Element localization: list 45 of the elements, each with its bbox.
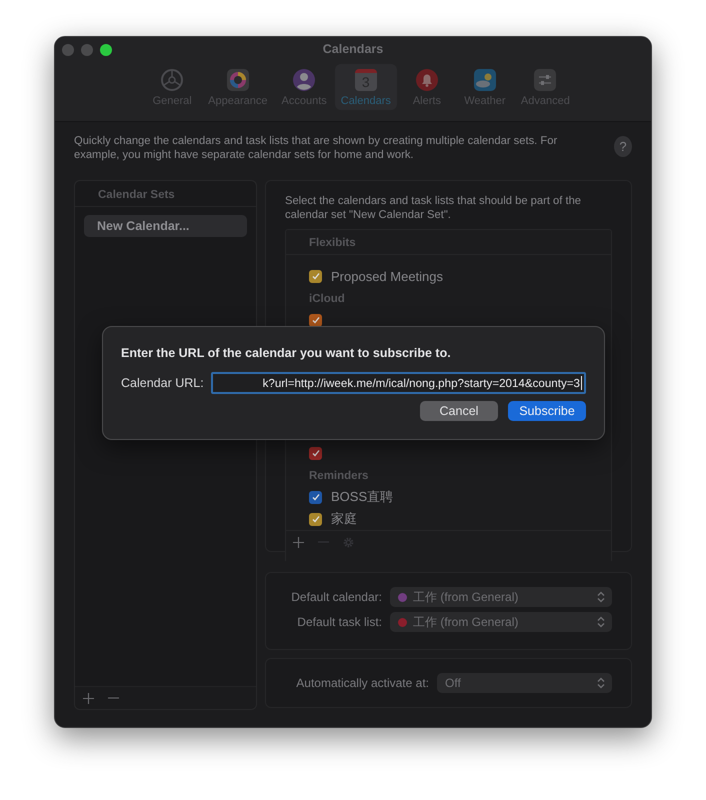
field-label: Default task list: — [297, 615, 382, 629]
field-label: Calendar URL: — [121, 376, 204, 390]
checkbox[interactable] — [309, 270, 322, 282]
dialog-message: Enter the URL of the calendar you want to subscribe to. — [121, 346, 452, 360]
chevron-icon — [597, 591, 605, 603]
checkmark-icon — [310, 492, 320, 502]
calendar-name: BOSS直聘 — [331, 488, 394, 506]
calendar-popup[interactable]: 工作 (from General) — [390, 612, 612, 632]
calendar-set-item[interactable]: New Calendar... — [84, 215, 247, 237]
chevron-icon — [597, 677, 605, 689]
checkmark-icon — [310, 315, 320, 325]
cancel-button[interactable]: Cancel — [420, 401, 498, 421]
bell-icon — [414, 68, 439, 92]
add-icon[interactable] — [83, 692, 94, 704]
checkmark-icon — [310, 271, 320, 281]
calendar-popup[interactable]: 工作 (from General) — [390, 587, 612, 607]
person-icon — [292, 68, 316, 92]
group-header: iCloud — [309, 293, 346, 305]
checkmark-icon — [310, 514, 320, 524]
url-input-field[interactable]: k?url=http://iweek.me/m/ical/nong.php?starty=2014&county=3 — [210, 372, 586, 394]
checkbox[interactable] — [309, 446, 322, 460]
field-label: Automatically activate at: — [296, 676, 429, 690]
weather-icon — [472, 68, 497, 92]
help-button[interactable]: ? — [614, 136, 632, 157]
column-header: Calendar Sets — [98, 189, 175, 201]
field-label: Default calendar: — [291, 590, 382, 604]
activate-popup[interactable]: Off — [437, 673, 612, 693]
checkbox[interactable] — [309, 314, 322, 326]
add-icon[interactable] — [293, 536, 304, 548]
chevron-icon — [597, 616, 605, 628]
instructions-text: Select the calendars and task lists that should be part of the calendar set "New Calendar Set". — [285, 195, 582, 222]
wheel-icon — [160, 68, 184, 92]
window-controls-icon[interactable] — [62, 44, 112, 56]
checkbox[interactable] — [309, 512, 322, 526]
calendar-name: 家庭 — [331, 510, 357, 528]
checkmark-icon — [310, 448, 320, 458]
group-header: Flexibits — [309, 237, 356, 249]
subscribe-button[interactable]: Subscribe — [508, 401, 586, 421]
checkbox[interactable] — [309, 490, 322, 504]
sliders-icon — [533, 68, 558, 92]
window-title: Calendars — [322, 42, 384, 56]
group-header: Reminders — [309, 470, 370, 482]
calendar-name: Proposed Meetings — [331, 268, 444, 284]
description-text: Quickly change the calendars and task lists that are shown by creating multiple calendar sets. For example, you might have separate calendar sets for home and work. — [74, 134, 558, 162]
color-wheel-icon — [226, 68, 250, 92]
